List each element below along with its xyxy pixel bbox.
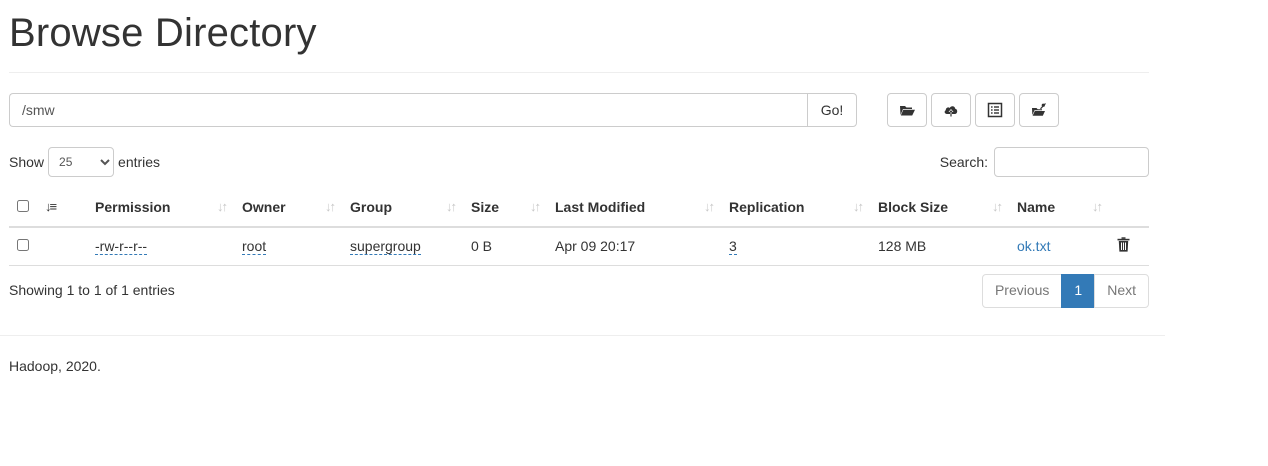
row-checkbox[interactable]: [17, 239, 29, 252]
folder-open-icon: [900, 106, 915, 116]
column-header-label: Block Size: [878, 198, 949, 215]
select-all-header: [9, 187, 37, 228]
column-header-label: Replication: [729, 198, 805, 215]
group-value[interactable]: supergroup: [350, 238, 421, 256]
file-name-link[interactable]: ok.txt: [1017, 238, 1050, 254]
show-label: Show: [9, 154, 45, 170]
block-size-cell: 128 MB: [870, 227, 1009, 266]
owner-value[interactable]: root: [242, 238, 267, 256]
go-button[interactable]: Go!: [807, 93, 857, 127]
search-input[interactable]: [994, 147, 1149, 177]
column-header-block-size[interactable]: Block Size ↓↑: [870, 187, 1009, 228]
column-header-label: Permission: [95, 198, 171, 215]
create-directory-button[interactable]: [887, 93, 927, 127]
cut-paste-button[interactable]: [1019, 93, 1059, 127]
permission-value[interactable]: -rw-r--r--: [95, 238, 148, 256]
pagination: Previous 1 Next: [981, 274, 1149, 308]
list-view-button[interactable]: [975, 93, 1015, 127]
sort-icon: ↓↑: [530, 199, 541, 214]
next-page-button[interactable]: Next: [1094, 274, 1149, 308]
table-row: -rw-r--r-- root supergroup 0 B Apr 09 20…: [9, 227, 1149, 266]
column-header-name[interactable]: Name ↓↑: [1009, 187, 1109, 228]
column-header-label: Size: [471, 198, 500, 215]
sort-icon: ↓↑: [446, 199, 457, 214]
sort-descending-icon: ↓≡: [45, 199, 57, 214]
sort-icon: ↓↑: [704, 199, 715, 214]
toolbar: [887, 93, 1059, 127]
owner-cell: root: [234, 227, 342, 266]
column-header-owner[interactable]: Owner ↓↑: [234, 187, 342, 228]
sort-column-header[interactable]: ↓≡: [37, 187, 87, 228]
size-cell: 0 B: [463, 227, 547, 266]
sort-icon: ↓↑: [853, 199, 864, 214]
delete-button[interactable]: [1117, 237, 1130, 255]
sort-icon: ↓↑: [992, 199, 1003, 214]
list-alt-icon: [987, 102, 1003, 118]
page-title: Browse Directory: [9, 11, 317, 55]
row-spacer-cell: [37, 227, 87, 266]
column-header-last-modified[interactable]: Last Modified ↓↑: [547, 187, 721, 228]
title-divider: [9, 72, 1149, 73]
last-modified-cell: Apr 09 20:17: [547, 227, 721, 266]
sort-icon: ↓↑: [217, 199, 228, 214]
row-select-cell: [9, 227, 37, 266]
column-header-group[interactable]: Group ↓↑: [342, 187, 463, 228]
column-header-label: Group: [350, 198, 392, 215]
sort-icon: ↓↑: [1092, 199, 1103, 214]
upload-button[interactable]: [931, 93, 971, 127]
group-cell: supergroup: [342, 227, 463, 266]
actions-cell: [1109, 227, 1149, 266]
search-label: Search:: [939, 154, 988, 170]
name-cell: ok.txt: [1009, 227, 1109, 266]
permission-cell: -rw-r--r--: [87, 227, 234, 266]
entries-label: entries: [118, 154, 161, 170]
column-header-label: Name: [1017, 198, 1056, 215]
length-menu: Show 25 entries: [9, 147, 160, 177]
column-header-label: Last Modified: [555, 198, 646, 215]
trash-icon: [1117, 237, 1130, 252]
page-1-button[interactable]: 1: [1061, 274, 1096, 308]
directory-path-input[interactable]: [9, 93, 807, 127]
cloud-upload-icon: [944, 106, 958, 117]
entries-per-page-select[interactable]: 25: [48, 147, 115, 177]
column-header-label: Owner: [242, 198, 286, 215]
column-header-permission[interactable]: Permission ↓↑: [87, 187, 234, 228]
scissors-folder-icon: [1032, 103, 1046, 116]
file-table: ↓≡ Permission ↓↑ Owner ↓↑ Group ↓↑ Size …: [9, 187, 1149, 266]
previous-page-button[interactable]: Previous: [981, 274, 1063, 308]
replication-cell: 3: [721, 227, 870, 266]
path-bar: Go!: [9, 93, 857, 127]
table-header-row: ↓≡ Permission ↓↑ Owner ↓↑ Group ↓↑ Size …: [9, 187, 1149, 228]
select-all-checkbox[interactable]: [17, 199, 29, 212]
footer-divider: [0, 335, 1165, 336]
column-header-replication[interactable]: Replication ↓↑: [721, 187, 870, 228]
replication-value[interactable]: 3: [729, 238, 737, 256]
table-info: Showing 1 to 1 of 1 entries: [9, 282, 175, 298]
column-header-size[interactable]: Size ↓↑: [463, 187, 547, 228]
sort-icon: ↓↑: [325, 199, 336, 214]
footer-text: Hadoop, 2020.: [9, 358, 101, 374]
search-filter: Search:: [940, 147, 1149, 177]
actions-header: [1109, 187, 1149, 228]
